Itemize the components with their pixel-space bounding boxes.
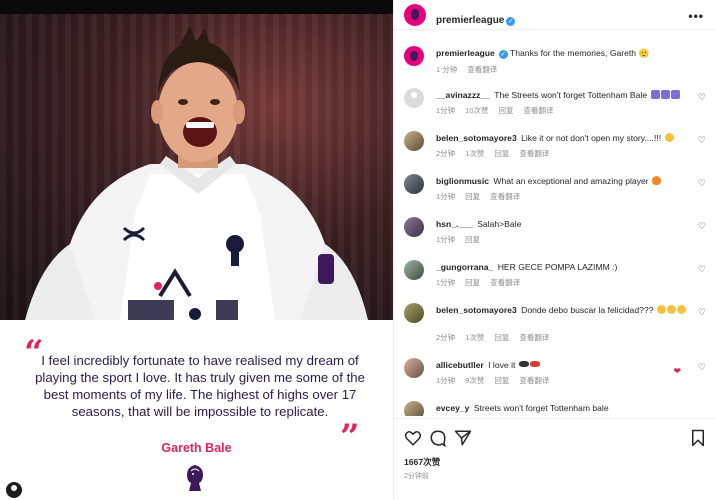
reply-link[interactable]: 回复 bbox=[494, 149, 509, 158]
see-translation-link[interactable]: 查看翻译 bbox=[519, 333, 549, 342]
player-photo bbox=[0, 14, 393, 320]
post-timestamp: 2分钟前 bbox=[404, 473, 429, 480]
see-translation-link[interactable]: 查看翻译 bbox=[490, 192, 520, 201]
comment-likes[interactable]: 1次赞 bbox=[465, 333, 484, 342]
see-translation-link[interactable]: 查看翻译 bbox=[490, 278, 520, 287]
comment-like-icon[interactable]: ♡ bbox=[698, 178, 706, 189]
comment-text: Salah>Bale bbox=[477, 219, 522, 229]
more-options-icon[interactable]: ••• bbox=[688, 9, 704, 23]
comment-time: 1分钟 bbox=[436, 278, 456, 287]
commenter-username[interactable]: allicebutller bbox=[436, 360, 484, 370]
quote-author: Gareth Bale bbox=[161, 441, 232, 455]
commenter-avatar[interactable] bbox=[404, 88, 424, 108]
reply-link[interactable]: 回复 bbox=[499, 106, 514, 115]
commenter-username[interactable]: belen_sotomayore3 bbox=[436, 305, 517, 315]
reply-link[interactable]: 回复 bbox=[465, 235, 480, 244]
sunglasses-emoji-icon bbox=[518, 361, 529, 367]
commenter-username[interactable]: __avinazzz__ bbox=[436, 90, 490, 100]
crying-emoji-icon bbox=[666, 305, 676, 314]
see-translation-link[interactable]: 查看翻译 bbox=[467, 65, 497, 74]
comment-time: 2分钟 bbox=[436, 333, 456, 342]
comment-like-icon[interactable]: ♡ bbox=[698, 92, 706, 103]
commenter-username[interactable]: hsn_.___ bbox=[436, 219, 473, 229]
comment-text: I love it bbox=[488, 360, 516, 370]
verified-badge-icon: ✓ bbox=[506, 17, 516, 26]
reply-link[interactable]: 回复 bbox=[494, 376, 509, 385]
comment-text: Donde debo buscar la felicidad??? bbox=[521, 305, 654, 315]
commenter-username[interactable]: _gungorrana_ bbox=[436, 262, 493, 272]
heart-emoji-icon: ❤ bbox=[673, 366, 681, 376]
comment-text: HER GECE POMPA LAZIMM :) bbox=[497, 262, 618, 272]
comment-like-icon[interactable]: ♡ bbox=[698, 221, 706, 232]
comment-time: 1分钟 bbox=[436, 106, 456, 115]
see-translation-link[interactable]: 查看翻译 bbox=[524, 106, 554, 115]
commenter-avatar[interactable] bbox=[404, 174, 424, 194]
comment-likes[interactable]: 1次赞 bbox=[465, 149, 484, 158]
comment-like-icon[interactable]: ♡ bbox=[698, 362, 706, 373]
crying-emoji-icon bbox=[676, 305, 686, 314]
post-actions: 1667次赞 2分钟前 bbox=[394, 418, 715, 500]
comment-time: 1分钟 bbox=[436, 235, 456, 244]
see-translation-link[interactable]: 查看翻译 bbox=[519, 376, 549, 385]
commenter-avatar[interactable] bbox=[404, 217, 424, 237]
comment-time: 2分钟 bbox=[436, 149, 456, 158]
comment-likes[interactable]: 9次赞 bbox=[465, 376, 484, 385]
bookmark-icon[interactable] bbox=[689, 429, 707, 447]
post-header: premierleague ✓ ••• bbox=[394, 0, 715, 30]
grin-emoji-icon bbox=[664, 133, 674, 142]
comment-text: The Streets won't forget Tottenham Bale bbox=[494, 90, 648, 100]
reply-link[interactable]: 回复 bbox=[465, 278, 480, 287]
comment-text: Streets won't forget Tottenham bale bbox=[473, 403, 609, 413]
comment-bubble-icon[interactable] bbox=[429, 429, 447, 447]
premier-league-lion-icon bbox=[187, 465, 203, 491]
tagged-user-icon[interactable] bbox=[6, 482, 22, 498]
comment-time: 1分钟 bbox=[436, 376, 456, 385]
caption-time: 1 分钟 bbox=[436, 65, 458, 74]
fire-emoji-icon bbox=[652, 176, 662, 185]
commenter-avatar[interactable] bbox=[404, 131, 424, 151]
crying-emoji-icon bbox=[656, 305, 666, 314]
comment-like-icon[interactable]: ♡ bbox=[698, 135, 706, 146]
commenter-avatar[interactable] bbox=[404, 358, 424, 378]
commenter-username[interactable]: evcey_y bbox=[436, 403, 469, 413]
commenter-avatar[interactable] bbox=[404, 260, 424, 280]
see-translation-link[interactable]: 查看翻译 bbox=[519, 149, 549, 158]
commenter-username[interactable]: belen_sotomayore3 bbox=[436, 133, 517, 143]
comment-like-icon[interactable]: ♡ bbox=[698, 264, 706, 275]
comment-likes[interactable]: 10次赞 bbox=[465, 106, 488, 115]
reply-link[interactable]: 回复 bbox=[494, 333, 509, 342]
caption-text: Thanks for the memories, Gareth 🫡 bbox=[510, 48, 650, 58]
verified-badge-icon: ✓ bbox=[498, 50, 508, 59]
paper-plane-icon[interactable] bbox=[454, 429, 472, 447]
tottenham-emoji-icon bbox=[660, 90, 670, 99]
reply-link[interactable]: 回复 bbox=[465, 192, 480, 201]
comment-like-icon[interactable]: ♡ bbox=[698, 307, 706, 318]
likes-count[interactable]: 1667次赞 bbox=[404, 456, 440, 468]
comment-text: Like it or not don't open my story....!!… bbox=[521, 133, 662, 143]
quote-text: I feel incredibly fortunate to have real… bbox=[35, 353, 365, 419]
comment-item: evcey_y Streets won't forget Tottenham b… bbox=[394, 399, 715, 416]
comment-text: What an exceptional and amazing player bbox=[493, 176, 649, 186]
media-top-bar bbox=[0, 0, 393, 14]
instagram-post-viewer: “ I feel incredibly fortunate to have re… bbox=[0, 0, 715, 500]
account-avatar[interactable] bbox=[404, 4, 426, 26]
tottenham-emoji-icon bbox=[650, 90, 660, 99]
caption-avatar[interactable] bbox=[404, 46, 424, 66]
heart-outline-icon[interactable] bbox=[404, 429, 422, 447]
commenter-avatar[interactable] bbox=[404, 303, 424, 323]
tottenham-emoji-icon bbox=[670, 90, 680, 99]
post-sidebar: premierleague ✓ ••• premierleague ✓ Thanks… bbox=[393, 0, 715, 500]
post-media[interactable]: “ I feel incredibly fortunate to have re… bbox=[0, 0, 393, 500]
account-username[interactable]: premierleague bbox=[436, 15, 504, 26]
commenter-avatar[interactable] bbox=[404, 401, 424, 416]
caption-username[interactable]: premierleague bbox=[436, 48, 495, 58]
lips-emoji-icon bbox=[529, 361, 540, 367]
commenter-username[interactable]: biglionmusic bbox=[436, 176, 489, 186]
comment-time: 1分钟 bbox=[436, 192, 456, 201]
